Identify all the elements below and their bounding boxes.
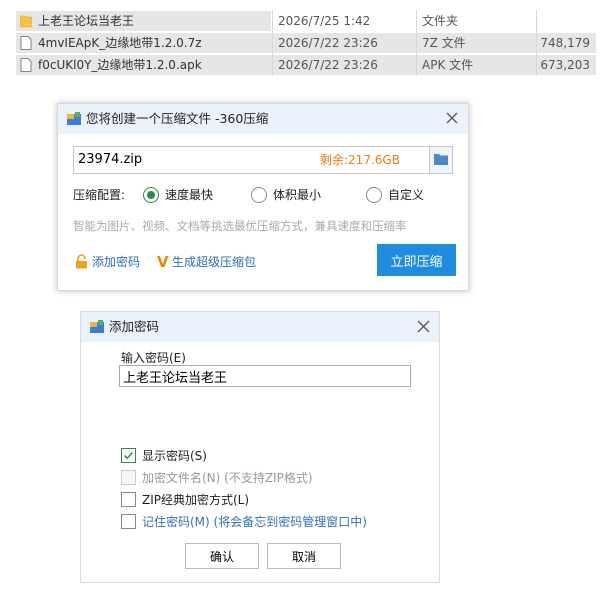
folder-icon: [434, 154, 448, 165]
checkmark-icon: [123, 451, 134, 460]
dialog-titlebar[interactable]: 添加密码: [81, 312, 439, 342]
column-divider: [272, 54, 273, 76]
config-label: 压缩配置:: [73, 188, 126, 202]
column-divider: [536, 54, 537, 76]
column-divider: [536, 10, 537, 32]
password-label: 输入密码(E): [121, 351, 186, 365]
column-divider: [272, 10, 273, 32]
column-divider: [416, 54, 417, 76]
file-date: 2026/7/22 23:26: [278, 58, 378, 72]
radio-label: 速度最快: [165, 188, 214, 202]
archive-name-input[interactable]: [78, 147, 298, 173]
remaining-space: 剩余:217.6GB: [320, 153, 400, 167]
compress-hint: 智能为图片、视频、文档等挑选最优压缩方式，兼具速度和压缩率: [73, 219, 407, 233]
archive-app-icon: [90, 320, 104, 333]
file-size: 748,179: [540, 36, 590, 50]
column-divider: [416, 32, 417, 54]
checkbox-box: [121, 470, 136, 485]
radio-circle: [251, 187, 267, 203]
checkbox-box: [121, 492, 136, 507]
checkbox-box: [121, 448, 136, 463]
checkbox-label: 记住密码(M) (将会备忘到密码管理窗口中): [142, 515, 367, 529]
file-name: 上老王论坛当老王: [38, 14, 135, 28]
checkbox-label: ZIP经典加密方式(L): [142, 493, 250, 507]
column-divider: [536, 32, 537, 54]
checkbox-box: [121, 514, 136, 529]
browse-folder-button[interactable]: [429, 146, 453, 174]
file-name: 4mvIEApK_边缘地带1.2.0.7z: [38, 36, 202, 50]
file-type: 文件夹: [422, 14, 459, 28]
compress-now-button[interactable]: 立即压缩: [377, 244, 456, 276]
file-row-folder[interactable]: 上老王论坛当老王 2026/7/25 1:42 文件夹: [16, 10, 612, 32]
dialog-title: 添加密码: [109, 319, 160, 334]
password-dialog: 添加密码 输入密码(E) 显示密码(S) 加密文件名(N) (不支持ZIP格式)…: [80, 311, 440, 583]
lock-icon: [76, 254, 87, 269]
column-divider: [416, 10, 417, 32]
add-password-label: 添加密码: [92, 255, 141, 269]
file-row-apk[interactable]: f0cUKl0Y_边缘地带1.2.0.apk 2026/7/22 23:26 A…: [16, 54, 612, 76]
close-icon[interactable]: [416, 319, 431, 334]
file-row-7z[interactable]: 4mvIEApK_边缘地带1.2.0.7z 2026/7/22 23:26 7Z…: [16, 32, 612, 54]
file-list: 上老王论坛当老王 2026/7/25 1:42 文件夹 4mvIEApK_边缘地…: [16, 10, 612, 76]
close-icon[interactable]: [444, 110, 460, 126]
dialog-title: 您将创建一个压缩文件 -360压缩: [86, 111, 269, 126]
confirm-button[interactable]: 确认: [185, 543, 259, 569]
cancel-button[interactable]: 取消: [267, 543, 341, 569]
vip-v-icon: V: [157, 253, 169, 271]
file-size: 673,203: [540, 58, 590, 72]
column-divider: [272, 32, 273, 54]
checkbox-label: 加密文件名(N) (不支持ZIP格式): [142, 471, 313, 485]
checkbox-label: 显示密码(S): [142, 449, 207, 463]
compress-config: 压缩配置: 速度最快 体积最小 自定义: [73, 185, 453, 205]
folder-icon: [20, 15, 32, 28]
dialog-titlebar[interactable]: 您将创建一个压缩文件 -360压缩: [58, 104, 468, 134]
radio-circle: [143, 187, 159, 203]
file-icon: [20, 36, 32, 50]
file-date: 2026/7/25 1:42: [278, 14, 371, 28]
archive-app-icon: [67, 112, 81, 125]
file-type: 7Z 文件: [422, 36, 466, 50]
radio-label: 体积最小: [273, 188, 322, 202]
password-input[interactable]: [119, 365, 411, 387]
super-package-label: 生成超级压缩包: [172, 255, 257, 269]
file-icon: [20, 58, 32, 72]
file-name: f0cUKl0Y_边缘地带1.2.0.apk: [38, 58, 202, 72]
file-type: APK 文件: [422, 58, 474, 72]
compress-dialog: 您将创建一个压缩文件 -360压缩 剩余:217.6GB 压缩配置: 速度最快 …: [57, 103, 469, 291]
file-date: 2026/7/22 23:26: [278, 36, 378, 50]
radio-circle: [366, 187, 382, 203]
archive-path-field: 剩余:217.6GB: [73, 146, 453, 174]
radio-label: 自定义: [388, 188, 425, 202]
